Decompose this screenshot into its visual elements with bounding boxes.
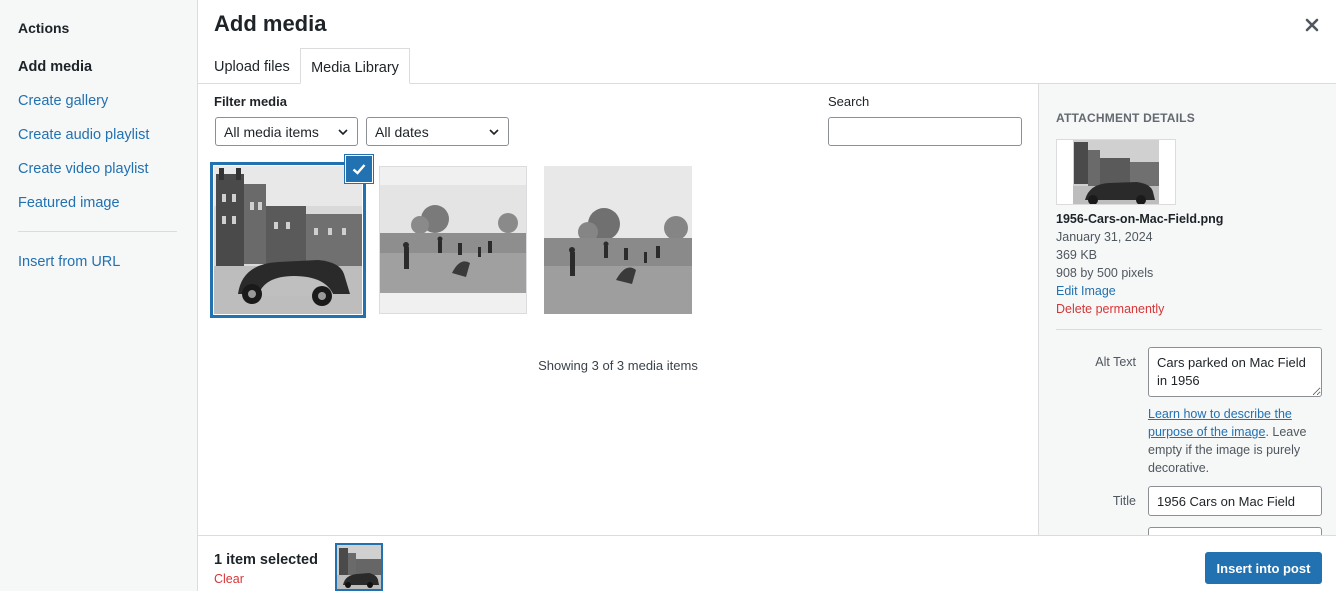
close-icon xyxy=(1305,18,1319,32)
selection-count: 1 item selected xyxy=(214,552,318,568)
attachment-dimensions: 908 by 500 pixels xyxy=(1056,266,1154,280)
selection-thumbnail[interactable] xyxy=(335,543,383,591)
filter-media-label: Filter media xyxy=(214,94,287,109)
chevron-down-icon xyxy=(489,128,499,135)
cars-photo-image xyxy=(337,545,381,589)
attachment-details-heading: Attachment Details xyxy=(1056,111,1195,125)
media-thumbnail-2[interactable] xyxy=(379,166,527,314)
attachment-preview xyxy=(1056,139,1176,205)
menu-item-create-gallery[interactable]: Create gallery xyxy=(18,93,108,109)
frame-title: Add media xyxy=(214,11,327,36)
menu-item-insert-from-url[interactable]: Insert from URL xyxy=(18,254,120,270)
cars-photo-image xyxy=(1057,140,1175,204)
menu-item-create-audio-playlist[interactable]: Create audio playlist xyxy=(18,127,149,143)
media-thumbnail-1[interactable] xyxy=(210,162,366,318)
menu-item-add-media[interactable]: Add media xyxy=(18,59,92,75)
details-divider xyxy=(1056,329,1322,330)
media-thumbnail-3[interactable] xyxy=(544,166,692,314)
actions-menu: Actions Add media Create gallery Create … xyxy=(0,0,198,591)
attachment-size: 369 KB xyxy=(1056,248,1098,262)
date-select-value: All dates xyxy=(375,123,429,140)
title-input[interactable] xyxy=(1148,486,1322,516)
alt-text-help: Learn how to describe the purpose of the… xyxy=(1148,405,1324,477)
attachment-filename: 1956-Cars-on-Mac-Field.png xyxy=(1056,212,1224,226)
tab-upload-files[interactable]: Upload files xyxy=(214,48,290,84)
tab-media-library[interactable]: Media Library xyxy=(300,48,410,84)
alt-text-label: Alt Text xyxy=(1095,355,1136,369)
field-players-photo-image xyxy=(380,167,526,313)
media-type-select[interactable]: All media items xyxy=(215,117,358,146)
clear-selection-link[interactable]: Clear xyxy=(214,572,244,586)
delete-permanently-link[interactable]: Delete permanently xyxy=(1056,302,1164,316)
search-label: Search xyxy=(828,94,870,109)
chevron-down-icon xyxy=(338,128,348,135)
search-input[interactable] xyxy=(828,117,1022,146)
media-type-select-value: All media items xyxy=(224,123,319,140)
media-count-status: Showing 3 of 3 media items xyxy=(538,358,698,373)
alt-text-input[interactable]: Cars parked on Mac Field in 1956 xyxy=(1148,347,1322,397)
cars-photo-image xyxy=(214,166,362,314)
field-players-photo-image xyxy=(544,166,692,314)
menu-item-featured-image[interactable]: Featured image xyxy=(18,195,120,211)
menu-item-create-video-playlist[interactable]: Create video playlist xyxy=(18,161,149,177)
checkmark-icon xyxy=(352,164,366,175)
title-label: Title xyxy=(1112,494,1136,508)
menu-heading: Actions xyxy=(18,20,70,36)
selected-check-button[interactable] xyxy=(346,156,372,182)
bottom-toolbar: 1 item selected Clear Insert into post xyxy=(198,535,1336,591)
attachment-date: January 31, 2024 xyxy=(1056,230,1153,244)
date-select[interactable]: All dates xyxy=(366,117,509,146)
close-button[interactable] xyxy=(1300,13,1324,37)
menu-divider xyxy=(18,231,177,232)
attachment-details-panel: Attachment Details 1956-Cars-on-Mac-Fiel… xyxy=(1038,84,1336,536)
insert-into-post-button[interactable]: Insert into post xyxy=(1205,552,1322,584)
edit-image-link[interactable]: Edit Image xyxy=(1056,284,1116,298)
